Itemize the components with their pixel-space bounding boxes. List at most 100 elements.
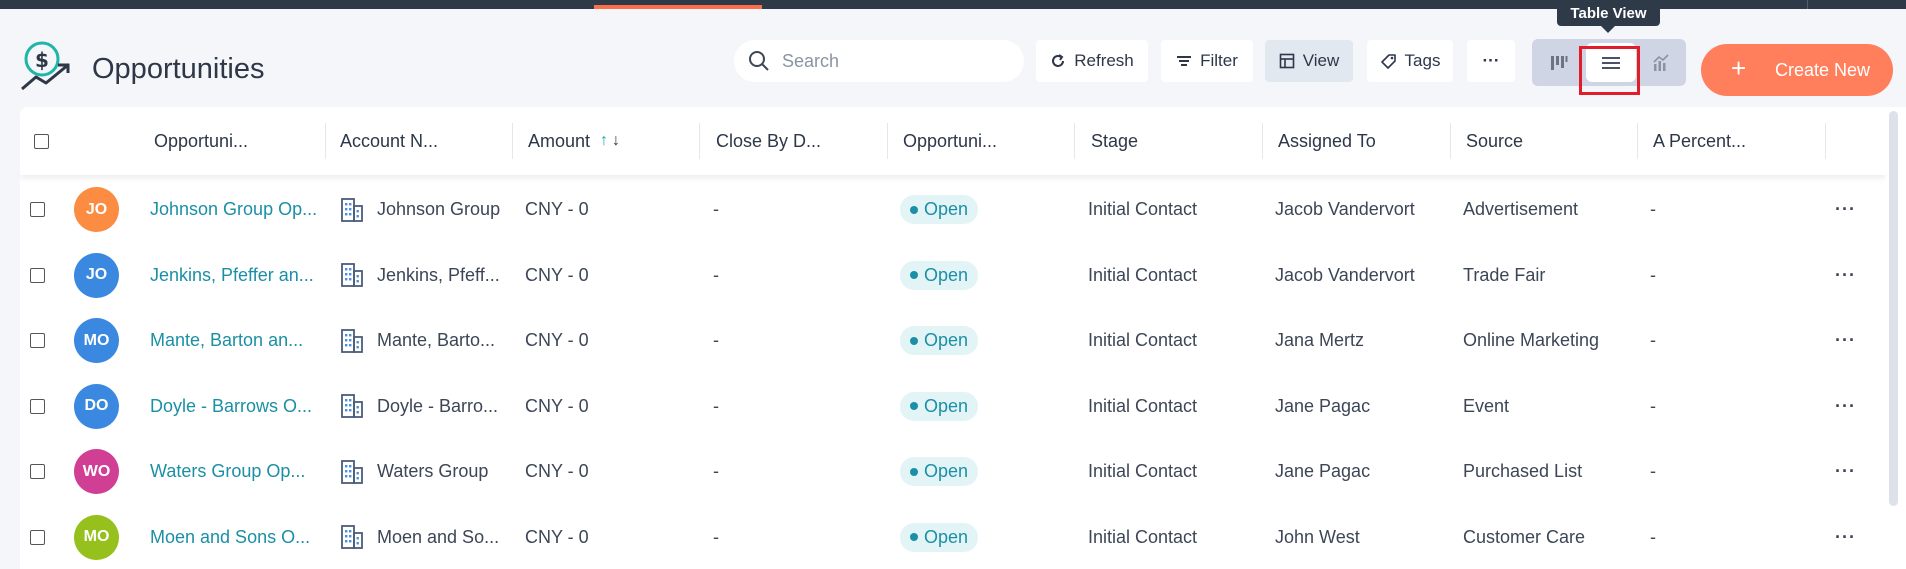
view-label: View: [1302, 51, 1340, 70]
amount-cell: CNY - 0: [525, 395, 589, 416]
status-badge: Open: [900, 522, 979, 552]
status-label: Open: [924, 461, 969, 481]
column-header-account[interactable]: Account N...: [340, 107, 438, 175]
assigned-to-cell: Jane Pagac: [1275, 461, 1371, 481]
status-cell: Open: [900, 505, 979, 569]
row-checkbox[interactable]: [30, 529, 45, 545]
status-cell: Open: [900, 439, 979, 504]
tags-button[interactable]: Tags: [1367, 40, 1453, 82]
sort-arrows-icon[interactable]: ↑ ↓: [600, 132, 620, 150]
search-box[interactable]: [734, 40, 1024, 82]
kanban-icon: [1551, 55, 1568, 70]
row-more-options-icon[interactable]: ···: [1835, 396, 1856, 417]
close-by-date-cell: -: [713, 461, 719, 481]
status-badge: Open: [900, 195, 979, 224]
row-more-options-icon[interactable]: ···: [1835, 527, 1856, 548]
refresh-icon: [1052, 54, 1065, 67]
scrollbar-thumb[interactable]: [1889, 111, 1898, 506]
filter-button[interactable]: Filter: [1161, 40, 1253, 82]
search-input[interactable]: [782, 50, 1002, 72]
assigned-to-cell: Jacob Vandervort: [1275, 264, 1415, 285]
row-more-options-icon[interactable]: ···: [1835, 265, 1856, 286]
column-header-opportunity[interactable]: Opportuni...: [154, 107, 248, 175]
opportunity-name-link[interactable]: Johnson Group Op...: [150, 199, 317, 220]
create-new-button[interactable]: + Create New: [1701, 44, 1893, 96]
account-name[interactable]: Jenkins, Pfeff...: [377, 265, 500, 286]
status-cell: Open: [900, 177, 979, 242]
account-name[interactable]: Waters Group: [377, 461, 488, 482]
create-new-label: Create New: [1775, 60, 1871, 80]
view-button[interactable]: View: [1265, 40, 1353, 82]
row-more-options-icon[interactable]: ···: [1835, 199, 1856, 220]
opportunity-name-cell: Johnson Group Op...: [150, 177, 317, 242]
source-cell: Trade Fair: [1463, 264, 1546, 285]
a-percent-cell: -: [1650, 395, 1656, 416]
opportunities-dollar-icon: $: [20, 39, 76, 93]
row-checkbox[interactable]: [30, 333, 45, 348]
avatar: JO: [74, 252, 119, 298]
avatar-cell: WO: [74, 439, 119, 504]
source-cell: Online Marketing: [1463, 330, 1600, 350]
table-row[interactable]: DO Doyle - Barrows O... Doyle - Barro...…: [20, 374, 1886, 439]
avatar-cell: JO: [74, 243, 119, 308]
status-label: Open: [924, 526, 969, 547]
row-checkbox-cell: [30, 374, 45, 439]
column-header-a-percent[interactable]: A Percent...: [1653, 107, 1746, 175]
column-divider: [1450, 123, 1451, 159]
row-more-options-icon[interactable]: ···: [1835, 461, 1856, 482]
amount-cell: CNY - 0: [525, 526, 589, 547]
table-row[interactable]: JO Johnson Group Op... Johnson Group CNY…: [20, 177, 1886, 242]
row-checkbox[interactable]: [30, 202, 45, 217]
table-row[interactable]: JO Jenkins, Pfeffer an... Jenkins, Pfeff…: [20, 243, 1886, 308]
opportunities-table: Opportuni... Account N... Amount ↑ ↓ Clos…: [20, 107, 1886, 569]
row-checkbox[interactable]: [30, 267, 45, 283]
vertical-scrollbar[interactable]: [1882, 107, 1906, 569]
column-header-close-by-date[interactable]: Close By D...: [716, 107, 821, 175]
opportunity-name-link[interactable]: Jenkins, Pfeffer an...: [150, 265, 314, 286]
opportunity-name-link[interactable]: Moen and Sons O...: [150, 527, 310, 548]
opportunity-name-cell: Doyle - Barrows O...: [150, 374, 312, 439]
column-divider: [1637, 123, 1638, 159]
refresh-button[interactable]: Refresh: [1036, 40, 1148, 82]
account-name[interactable]: Mante, Barto...: [377, 330, 495, 351]
row-checkbox-cell: [30, 177, 45, 242]
building-icon: [341, 394, 363, 418]
status-dot-icon: [910, 205, 918, 214]
account-name[interactable]: Johnson Group: [377, 199, 500, 220]
column-header-assigned-to[interactable]: Assigned To: [1278, 107, 1376, 175]
account-name[interactable]: Moen and So...: [377, 527, 499, 548]
table-row[interactable]: WO Waters Group Op... Waters Group CNY -…: [20, 439, 1886, 504]
status-dot-icon: [910, 533, 918, 541]
a-percent-cell: -: [1650, 264, 1656, 285]
row-checkbox-cell: [30, 243, 45, 308]
stage-cell: Initial Contact: [1088, 461, 1198, 481]
chart-icon: [1653, 53, 1669, 71]
amount-cell: CNY - 0: [525, 461, 589, 481]
tag-icon: [1380, 53, 1396, 69]
row-more-options-icon[interactable]: ···: [1835, 330, 1856, 351]
opportunity-name-link[interactable]: Doyle - Barrows O...: [150, 396, 312, 417]
row-checkbox[interactable]: [30, 398, 45, 414]
table-row[interactable]: MO Moen and Sons O... Moen and So... CNY…: [20, 505, 1886, 569]
kanban-view-button[interactable]: [1534, 39, 1584, 86]
column-header-source[interactable]: Source: [1466, 107, 1523, 175]
more-options-button[interactable]: ···: [1467, 40, 1515, 82]
table-row[interactable]: MO Mante, Barton an... Mante, Barto... C…: [20, 308, 1886, 373]
source-cell: Purchased List: [1463, 461, 1583, 481]
assigned-to-cell: John West: [1275, 526, 1360, 547]
building-icon: [341, 263, 363, 287]
row-checkbox[interactable]: [30, 464, 45, 479]
column-header-amount[interactable]: Amount ↑ ↓: [528, 107, 620, 175]
select-all-checkbox[interactable]: [34, 133, 49, 149]
row-checkbox-cell: [30, 439, 45, 504]
sort-descending-icon: ↓: [612, 132, 621, 149]
view-icon: [1279, 53, 1295, 69]
opportunity-name-link[interactable]: Mante, Barton an...: [150, 330, 303, 351]
row-actions-cell: ···: [1835, 439, 1856, 504]
column-header-stage[interactable]: Stage: [1091, 107, 1138, 175]
column-header-opportunity-status[interactable]: Opportuni...: [903, 107, 997, 175]
account-name[interactable]: Doyle - Barro...: [377, 396, 498, 417]
chart-view-button[interactable]: [1636, 39, 1686, 86]
opportunity-name-link[interactable]: Waters Group Op...: [150, 461, 305, 482]
close-by-date-cell: -: [713, 199, 719, 219]
